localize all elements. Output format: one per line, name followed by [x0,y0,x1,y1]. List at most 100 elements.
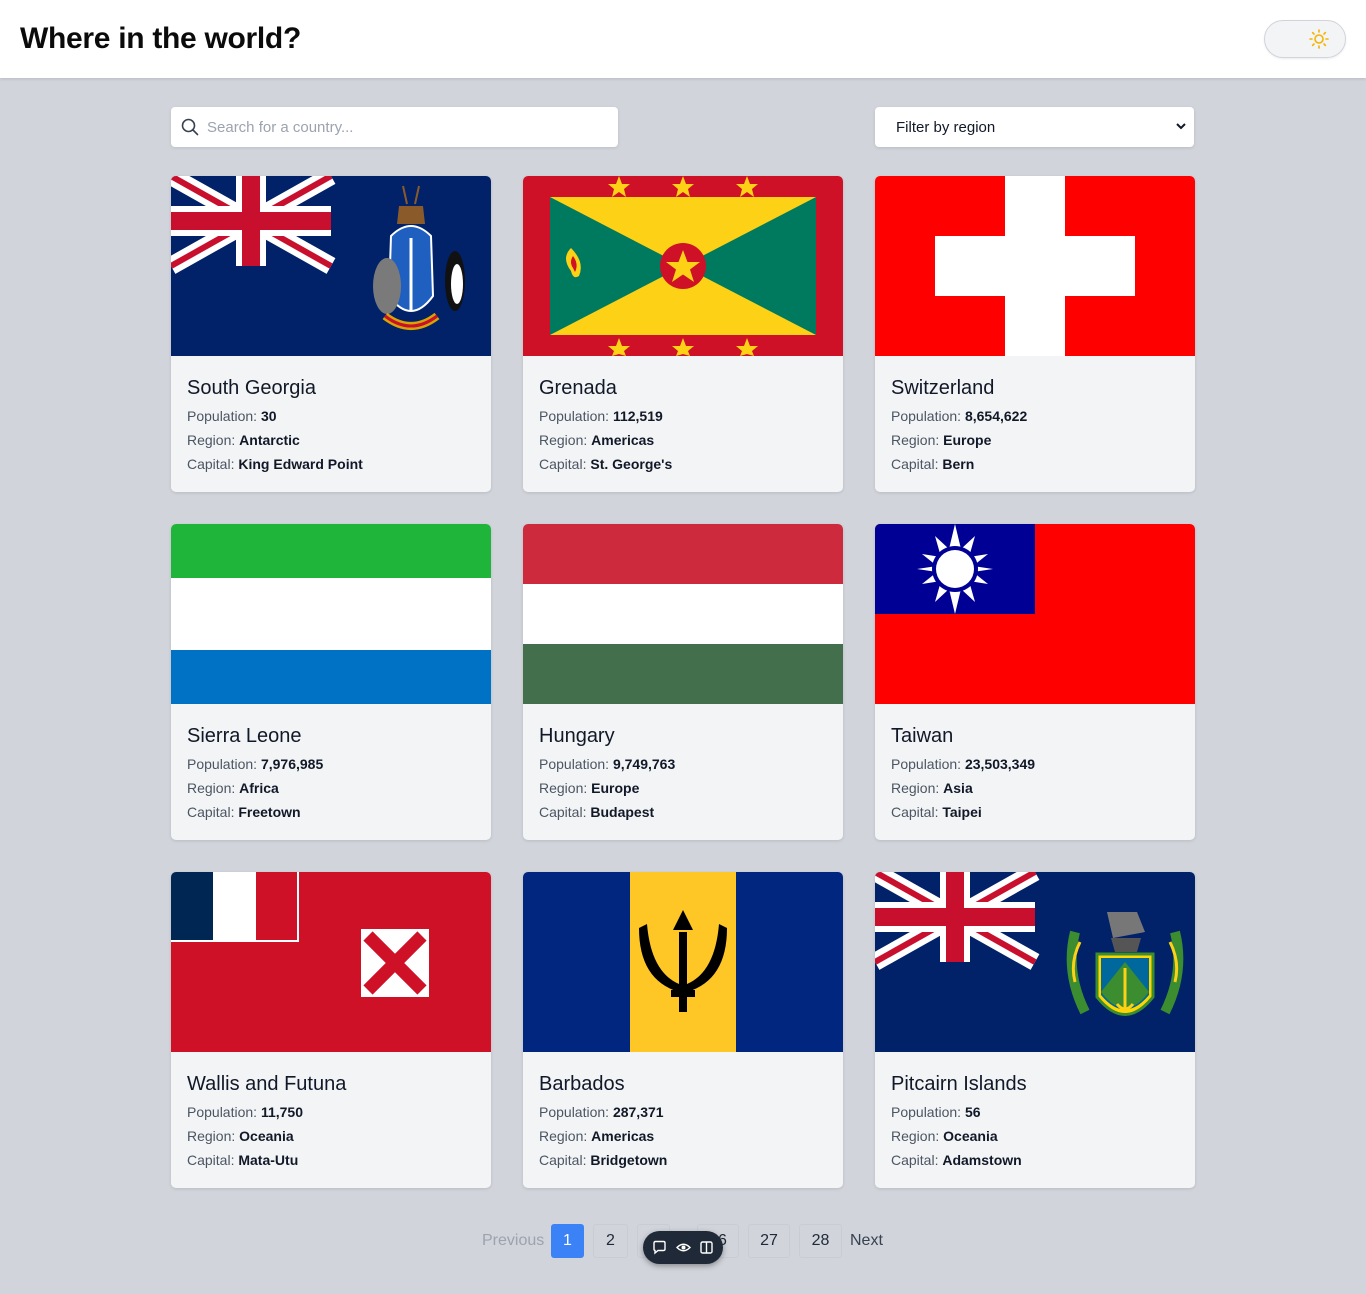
population-label: Population: [187,1104,258,1120]
chevron-down-icon [1176,123,1186,130]
population-label: Population: [891,1104,962,1120]
capital-value: Budapest [590,804,655,820]
population-label: Population: [891,756,962,772]
population-row: Population: 11,750 [187,1103,475,1121]
country-card[interactable]: Sierra Leone Population: 7,976,985 Regio… [171,524,491,840]
hungary-flag [523,524,843,704]
capital-label: Capital: [539,804,587,820]
next-page-button[interactable]: Next [850,1232,883,1250]
population-value: 11,750 [260,1104,304,1120]
search-input[interactable] [207,107,607,147]
region-value: Oceania [943,1128,998,1144]
capital-row: Capital: King Edward Point [187,455,475,473]
population-label: Population: [891,408,962,424]
theme-toggle[interactable] [1264,20,1346,58]
region-row: Region: Europe [891,431,1179,449]
region-value: Antarctic [239,432,300,448]
country-card[interactable]: Hungary Population: 9,749,763 Region: Eu… [523,524,843,840]
search-box[interactable] [171,107,618,147]
region-label: Region: [891,780,940,796]
population-value: 7,976,985 [260,756,324,772]
population-value: 56 [964,1104,981,1120]
region-label: Region: [187,1128,236,1144]
region-row: Region: Oceania [891,1127,1179,1145]
population-value: 112,519 [612,408,663,424]
country-name: Taiwan [891,725,954,747]
capital-label: Capital: [891,1152,939,1168]
population-label: Population: [539,1104,610,1120]
capital-value: Bern [942,456,975,472]
capital-value: Bridgetown [590,1152,668,1168]
previous-page-button[interactable]: Previous [482,1232,544,1250]
population-value: 9,749,763 [612,756,676,772]
country-name: South Georgia [187,377,316,399]
capital-value: Taipei [942,804,982,820]
region-row: Region: Antarctic [187,431,475,449]
page-button-27[interactable]: 27 [748,1224,790,1258]
country-name: Hungary [539,725,615,747]
population-value: 8,654,622 [964,408,1028,424]
floating-toolbar [643,1231,723,1264]
top-navbar: Where in the world? [0,0,1366,78]
country-card[interactable]: Barbados Population: 287,371 Region: Ame… [523,872,843,1188]
country-name: Sierra Leone [187,725,302,747]
capital-row: Capital: Budapest [539,803,827,821]
population-row: Population: 9,749,763 [539,755,827,773]
population-row: Population: 287,371 [539,1103,827,1121]
region-label: Region: [539,780,588,796]
country-card[interactable]: Taiwan Population: 23,503,349 Region: As… [875,524,1195,840]
population-row: Population: 23,503,349 [891,755,1179,773]
region-filter-select[interactable]: Filter by region [875,107,1194,147]
region-value: Americas [591,1128,655,1144]
region-label: Region: [187,780,236,796]
capital-label: Capital: [187,1152,235,1168]
country-name: Wallis and Futuna [187,1073,347,1095]
population-label: Population: [539,408,610,424]
page-button-1[interactable]: 1 [551,1224,584,1258]
population-label: Population: [187,756,258,772]
country-card[interactable]: Grenada Population: 112,519 Region: Amer… [523,176,843,492]
region-label: Region: [891,432,940,448]
country-card[interactable]: Wallis and Futuna Population: 11,750 Reg… [171,872,491,1188]
page-button-28[interactable]: 28 [799,1224,842,1258]
grenada-flag [523,176,843,356]
region-label: Region: [539,432,588,448]
region-row: Region: Europe [539,779,827,797]
page-button-2[interactable]: 2 [593,1224,628,1258]
capital-row: Capital: Adamstown [891,1151,1179,1169]
capital-label: Capital: [539,456,587,472]
barbados-flag [523,872,843,1052]
app-title: Where in the world? [20,22,301,55]
panel-icon[interactable] [699,1240,714,1255]
country-name: Switzerland [891,377,995,399]
country-card[interactable]: South Georgia Population: 30 Region: Ant… [171,176,491,492]
capital-value: Adamstown [942,1152,1022,1168]
wallis-and-futuna-flag [171,872,491,1052]
comment-icon[interactable] [652,1240,667,1255]
population-value: 287,371 [612,1104,664,1120]
capital-label: Capital: [891,456,939,472]
capital-value: King Edward Point [238,456,363,472]
capital-row: Capital: Bern [891,455,1179,473]
capital-row: Capital: Mata-Utu [187,1151,475,1169]
region-value: Africa [239,780,279,796]
south-georgia-flag [171,176,491,356]
region-row: Region: Asia [891,779,1179,797]
country-card[interactable]: Switzerland Population: 8,654,622 Region… [875,176,1195,492]
capital-value: St. George's [590,456,673,472]
region-label: Region: [891,1128,940,1144]
capital-row: Capital: Freetown [187,803,475,821]
population-label: Population: [187,408,258,424]
country-name: Pitcairn Islands [891,1073,1027,1095]
region-row: Region: Americas [539,431,827,449]
capital-label: Capital: [539,1152,587,1168]
region-value: Asia [943,780,973,796]
region-value: Americas [591,432,655,448]
region-value: Oceania [239,1128,294,1144]
region-filter-value: Filter by region [896,119,996,136]
eye-icon[interactable] [676,1240,691,1255]
population-label: Population: [539,756,610,772]
population-row: Population: 8,654,622 [891,407,1179,425]
taiwan-flag [875,524,1195,704]
country-card[interactable]: Pitcairn Islands Population: 56 Region: … [875,872,1195,1188]
